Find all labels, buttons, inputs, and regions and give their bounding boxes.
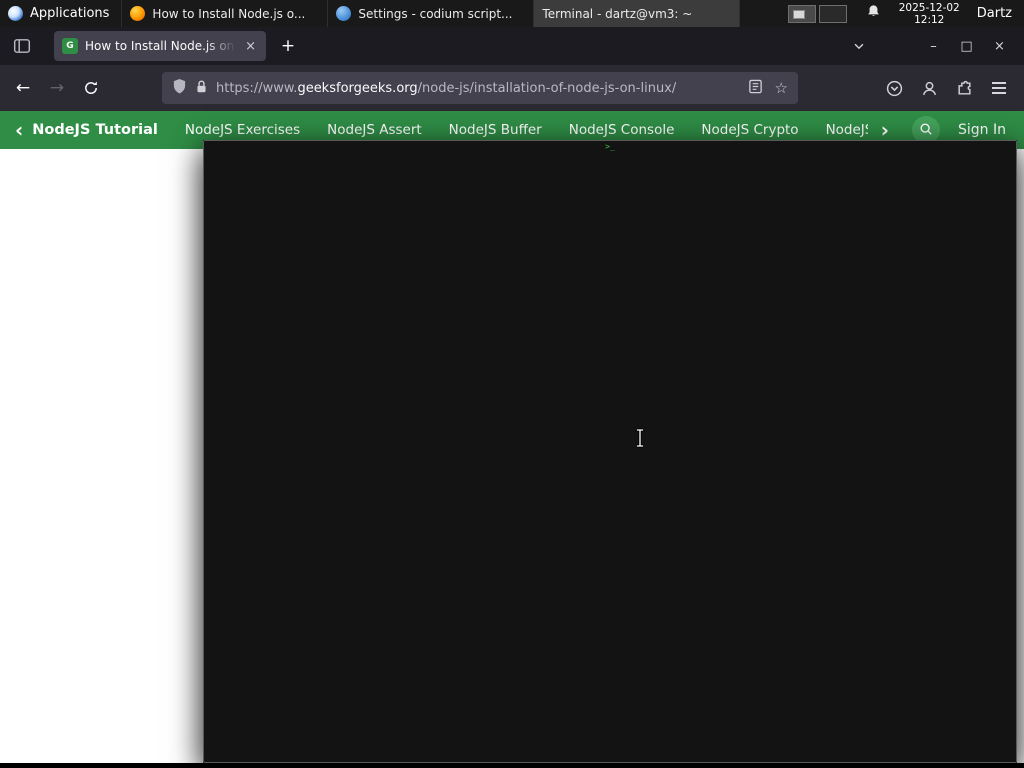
browser-toolbar: ← → https://www.geeksforgeeks.org/node-j… bbox=[0, 65, 1024, 111]
browser-tab[interactable]: G How to Install Node.js on × bbox=[54, 31, 266, 61]
nav-item-nodejs-console[interactable]: NodeJS Console bbox=[569, 122, 675, 138]
window-minimize-button[interactable]: – bbox=[917, 39, 950, 54]
menu-hamburger-icon[interactable] bbox=[984, 73, 1014, 103]
sign-in-button[interactable]: Sign In bbox=[958, 122, 1014, 138]
applications-menu-label: Applications bbox=[30, 6, 110, 21]
url-bar[interactable]: https://www.geeksforgeeks.org/node-js/in… bbox=[162, 72, 798, 104]
account-icon[interactable] bbox=[914, 73, 944, 103]
nav-item-nodejs-crypto[interactable]: NodeJS Crypto bbox=[701, 122, 798, 138]
urlbar-actions: ☆ bbox=[748, 79, 788, 98]
bookmark-star-icon[interactable]: ☆ bbox=[775, 79, 788, 97]
applications-menu-button[interactable]: Applications bbox=[0, 0, 123, 27]
site-nav-items: NodeJS Tutorial NodeJS Exercises NodeJS As… bbox=[32, 122, 868, 138]
nav-item-nodejs-dns[interactable]: NodeJS DNS bbox=[826, 122, 868, 138]
clock[interactable]: 2025-12-02 12:12 bbox=[890, 0, 969, 27]
new-tab-button[interactable]: + bbox=[274, 32, 302, 60]
search-icon bbox=[919, 121, 933, 140]
nav-scroll-right-icon[interactable]: › bbox=[876, 120, 894, 140]
taskbar-window-label: Terminal - dartz@vm3: ~ bbox=[542, 6, 693, 21]
list-all-tabs-icon[interactable] bbox=[845, 39, 873, 53]
reload-button[interactable] bbox=[74, 72, 108, 104]
window-close-button[interactable]: × bbox=[983, 39, 1016, 54]
tab-close-icon[interactable]: × bbox=[243, 39, 258, 54]
nav-item-nodejs-exercises[interactable]: NodeJS Exercises bbox=[185, 122, 300, 138]
taskbar-window-codium[interactable]: Settings - codium script... bbox=[328, 0, 535, 27]
taskbar-spacer bbox=[740, 0, 777, 27]
firefox-view-icon[interactable] bbox=[8, 32, 36, 60]
taskbar-window-label: How to Install Node.js o... bbox=[152, 6, 306, 21]
browser-window-controls: – □ × bbox=[917, 39, 1016, 54]
forward-button[interactable]: → bbox=[40, 72, 74, 104]
back-button[interactable]: ← bbox=[6, 72, 40, 104]
nav-scroll-left-icon[interactable]: ‹ bbox=[10, 120, 28, 140]
tab-title: How to Install Node.js on bbox=[85, 39, 235, 53]
clock-time: 12:12 bbox=[914, 13, 945, 26]
mouse-cursor bbox=[634, 428, 646, 452]
taskbar-window-label: Settings - codium script... bbox=[358, 6, 513, 21]
codium-icon bbox=[336, 6, 352, 21]
taskbar-window-firefox[interactable]: How to Install Node.js o... bbox=[122, 0, 329, 27]
workspace-window-thumb bbox=[792, 9, 805, 19]
hamburger-bars bbox=[992, 82, 1006, 94]
taskbar-window-list: How to Install Node.js o... Settings - co… bbox=[122, 0, 1017, 763]
taskbar-window-terminal[interactable]: >_ Terminal - dartz@vm3: ~ bbox=[203, 0, 1017, 763]
workspace-2[interactable] bbox=[818, 4, 847, 23]
nav-item-nodejs-buffer[interactable]: NodeJS Buffer bbox=[449, 122, 542, 138]
workspace-switcher bbox=[778, 0, 857, 27]
lock-icon[interactable] bbox=[195, 79, 208, 98]
pocket-icon[interactable] bbox=[879, 73, 909, 103]
nav-item-nodejs-tutorial[interactable]: NodeJS Tutorial bbox=[32, 122, 158, 138]
nav-item-nodejs-assert[interactable]: NodeJS Assert bbox=[327, 122, 422, 138]
browser-tab-strip: G How to Install Node.js on × + – □ × bbox=[0, 27, 1024, 65]
user-name: Dartz bbox=[976, 6, 1012, 21]
extensions-icon[interactable] bbox=[949, 73, 979, 103]
applications-menu-icon bbox=[8, 6, 23, 21]
reader-mode-icon[interactable] bbox=[748, 79, 763, 98]
firefox-icon bbox=[130, 6, 146, 21]
toolbar-right-icons bbox=[879, 73, 1018, 103]
bell-icon bbox=[866, 4, 881, 23]
taskbar: Applications How to Install Node.js o...… bbox=[0, 0, 1024, 763]
workspace-1[interactable] bbox=[787, 4, 816, 23]
user-menu[interactable]: Dartz bbox=[969, 0, 1024, 27]
site-favicon: G bbox=[62, 38, 78, 54]
shield-icon[interactable] bbox=[172, 78, 187, 99]
url-text: https://www.geeksforgeeks.org/node-js/in… bbox=[216, 80, 677, 96]
notifications-button[interactable] bbox=[857, 0, 890, 27]
window-maximize-button[interactable]: □ bbox=[950, 39, 983, 54]
clock-date: 2025-12-02 bbox=[898, 1, 960, 14]
